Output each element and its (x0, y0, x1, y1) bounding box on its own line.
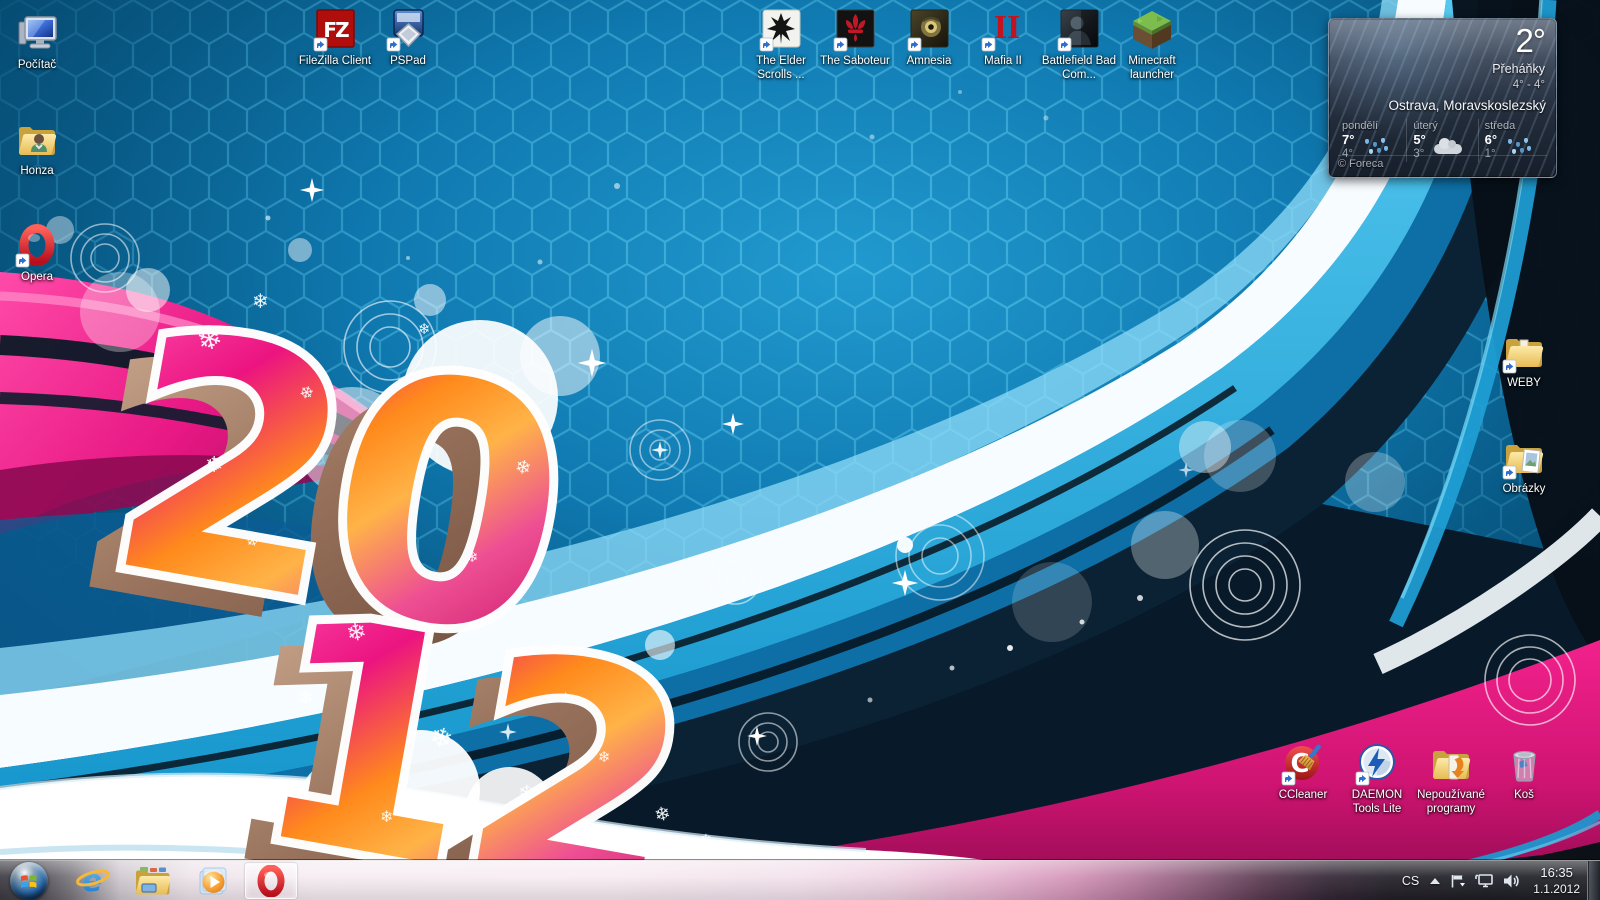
svg-text:❄: ❄ (598, 748, 611, 766)
desktop-icon-elder-scrolls[interactable]: The Elder Scrolls ... (742, 8, 820, 82)
pictures-folder-icon (1502, 436, 1546, 480)
taskbar-ie-button[interactable]: e (74, 863, 112, 899)
ie-icon: e (75, 864, 111, 898)
desktop-icon-ccleaner[interactable]: C CCleaner (1264, 742, 1342, 802)
volume-icon[interactable] (1503, 873, 1520, 889)
icon-label: Obrázky (1485, 482, 1563, 496)
icon-label: Battlefield Bad Com... (1040, 54, 1118, 82)
opera-icon (15, 224, 59, 268)
icon-label: Amnesia (890, 54, 968, 68)
desktop-icon-minecraft[interactable]: Minecraft launcher (1113, 8, 1191, 82)
mafia-glyph: II (994, 9, 1020, 46)
filezilla-icon: FZ (313, 8, 357, 52)
icon-label: Nepoužívané programy (1412, 788, 1490, 816)
svg-text:❄: ❄ (380, 807, 393, 826)
svg-text:❄: ❄ (518, 781, 536, 805)
elder-scrolls-icon (759, 8, 803, 52)
desktop-icon-pictures-folder[interactable]: Obrázky (1485, 436, 1563, 496)
svg-text:❄: ❄ (560, 691, 571, 706)
windows-logo-icon (19, 872, 39, 890)
network-icon[interactable] (1475, 873, 1494, 889)
icon-label: DAEMON Tools Lite (1338, 788, 1416, 816)
recycle-bin-icon (1502, 742, 1546, 786)
taskbar-opera-button-active[interactable] (245, 863, 297, 899)
svg-text:❄: ❄ (700, 832, 712, 848)
computer-icon (15, 12, 59, 56)
icon-label: Koš (1485, 788, 1563, 802)
icon-label: Počítač (0, 58, 76, 72)
explorer-folder-icon (134, 864, 172, 898)
pspad-icon (386, 8, 430, 52)
folder-icon (1502, 330, 1546, 374)
svg-text:❄: ❄ (790, 843, 800, 857)
svg-text:❄: ❄ (466, 548, 479, 566)
taskbar-wmp-button[interactable] (194, 863, 232, 899)
svg-text:❄: ❄ (252, 289, 269, 313)
desktop-icon-daemon-tools[interactable]: DAEMON Tools Lite (1338, 742, 1416, 816)
icon-label: Mafia II (964, 54, 1042, 68)
icon-label: FileZilla Client (296, 54, 374, 68)
weather-provider: © Foreca (1338, 155, 1547, 175)
show-hidden-icons-arrow[interactable] (1430, 878, 1440, 884)
svg-text:❄: ❄ (205, 453, 223, 478)
system-tray: CS 16:35 1.1.2012 (1400, 861, 1580, 900)
user-folder-icon (15, 118, 59, 162)
daemon-tools-icon (1355, 742, 1399, 786)
show-desktop-button[interactable] (1587, 861, 1600, 900)
desktop-icon-user-folder[interactable]: Honza (0, 118, 76, 178)
desktop-icon-computer[interactable]: Počítač (0, 12, 76, 72)
clock-date: 1.1.2012 (1533, 882, 1580, 897)
desktop-icon-pspad[interactable]: PSPad (369, 8, 447, 68)
desktop-icon-recycle-bin[interactable]: Koš (1485, 742, 1563, 802)
icon-label: The Elder Scrolls ... (742, 54, 820, 82)
icon-label: The Saboteur (816, 54, 894, 68)
weather-location: Ostrava, Moravskoslezský (1388, 98, 1546, 113)
opera-icon (254, 865, 288, 897)
amnesia-icon (907, 8, 951, 52)
clock-time: 16:35 (1533, 865, 1580, 881)
mafia2-icon: II (981, 8, 1025, 52)
language-indicator[interactable]: CS (1400, 874, 1421, 888)
svg-text:❄: ❄ (418, 320, 431, 338)
action-center-flag-icon[interactable] (1449, 873, 1466, 889)
desktop-icon-opera[interactable]: Opera (0, 224, 76, 284)
ccleaner-icon: C (1281, 742, 1325, 786)
taskbar: e (0, 860, 1600, 900)
desktop-icon-unused-programs-folder[interactable]: Nepoužívané programy (1412, 742, 1490, 816)
desktop-icon-amnesia[interactable]: Amnesia (890, 8, 968, 68)
saboteur-icon (833, 8, 877, 52)
icon-label: CCleaner (1264, 788, 1342, 802)
desktop[interactable]: 20 20 20 12 12 12 ❄ ❄ ❄ ❄ ❄ ❄ ❄ ❄ ❄ ❄ ❄ … (0, 0, 1600, 900)
minecraft-icon (1130, 8, 1174, 52)
desktop-icon-filezilla[interactable]: FZ FileZilla Client (296, 8, 374, 68)
desktop-icon-mafia2[interactable]: II Mafia II (964, 8, 1042, 68)
desktop-icon-saboteur[interactable]: The Saboteur (816, 8, 894, 68)
wmp-icon (195, 864, 231, 898)
battlefield-icon (1057, 8, 1101, 52)
start-button[interactable] (10, 862, 48, 900)
svg-text:❄: ❄ (298, 687, 314, 709)
tray-clock[interactable]: 16:35 1.1.2012 (1533, 865, 1580, 896)
current-temperature: 2° (1515, 22, 1545, 60)
icon-label: Honza (0, 164, 76, 178)
desktop-icon-battlefield[interactable]: Battlefield Bad Com... (1040, 8, 1118, 82)
taskbar-explorer-button[interactable] (134, 863, 172, 899)
weather-condition: Přeháňky (1492, 62, 1545, 76)
desktop-icon-weby-folder[interactable]: WEBY (1485, 330, 1563, 390)
temperature-range: 4° - 4° (1513, 79, 1545, 91)
weather-gadget[interactable]: 2° Přeháňky 4° - 4° Ostrava, Moravskosle… (1328, 18, 1557, 178)
icon-label: Minecraft launcher (1113, 54, 1191, 82)
filezilla-glyph: FZ (323, 18, 349, 42)
icon-label: PSPad (369, 54, 447, 68)
icon-label: WEBY (1485, 376, 1563, 390)
icon-label: Opera (0, 270, 76, 284)
unused-programs-folder-icon (1429, 742, 1473, 786)
